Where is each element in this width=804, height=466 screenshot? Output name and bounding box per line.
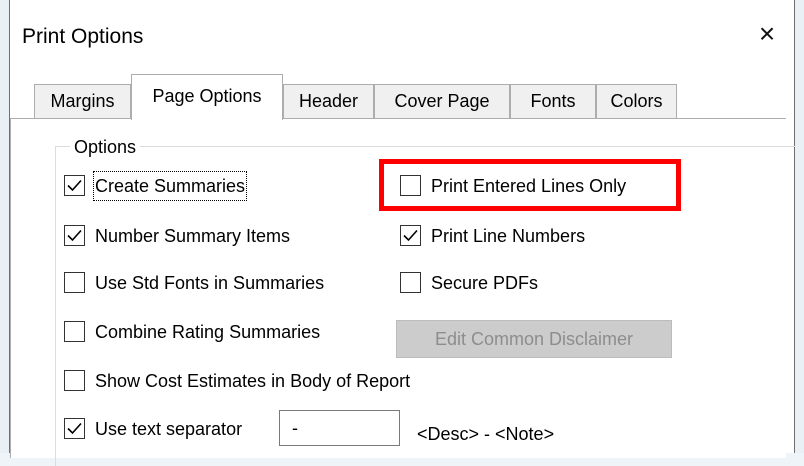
tab-page-options[interactable]: Page Options [131, 74, 283, 120]
checkmark-icon [403, 229, 418, 242]
tab-header[interactable]: Header [283, 84, 374, 119]
background-right [795, 0, 804, 453]
checkbox-box[interactable] [64, 175, 85, 196]
checkbox-box[interactable] [400, 272, 421, 293]
checkbox-box[interactable] [64, 321, 85, 342]
checkbox-box[interactable] [400, 225, 421, 246]
background-left [0, 0, 9, 453]
show-cost-estimates-label: Show Cost Estimates in Body of Report [95, 371, 411, 391]
close-icon[interactable]: × [752, 18, 782, 50]
combine-rating-summaries-label: Combine Rating Summaries [95, 322, 321, 342]
checkbox-box[interactable] [64, 370, 85, 391]
tab-margins[interactable]: Margins [34, 84, 131, 119]
tab-cover-page[interactable]: Cover Page [374, 84, 510, 119]
checkbox-box[interactable] [400, 175, 421, 196]
checkmark-icon [67, 422, 82, 435]
checkmark-icon [67, 179, 82, 192]
edit-common-disclaimer-button: Edit Common Disclaimer [396, 320, 672, 358]
dialog-title: Print Options [22, 25, 144, 48]
options-group-label: Options [70, 136, 141, 158]
use-std-fonts-label: Use Std Fonts in Summaries [95, 273, 325, 293]
tab-fonts[interactable]: Fonts [510, 84, 596, 119]
separator-preview: <Desc> - <Note> [417, 424, 555, 444]
secure-pdfs-label: Secure PDFs [431, 273, 539, 293]
checkbox-box[interactable] [64, 272, 85, 293]
checkbox-box[interactable] [64, 418, 85, 439]
print-line-numbers-label: Print Line Numbers [431, 226, 586, 246]
number-summary-items-label: Number Summary Items [95, 226, 291, 246]
create-summaries-label: Create Summaries [92, 171, 248, 201]
print-entered-lines-only-label: Print Entered Lines Only [431, 176, 627, 196]
checkbox-box[interactable] [64, 225, 85, 246]
use-text-separator-label: Use text separator [95, 419, 243, 439]
checkmark-icon [67, 229, 82, 242]
tab-colors[interactable]: Colors [596, 84, 677, 119]
separator-input[interactable]: - [279, 410, 400, 446]
